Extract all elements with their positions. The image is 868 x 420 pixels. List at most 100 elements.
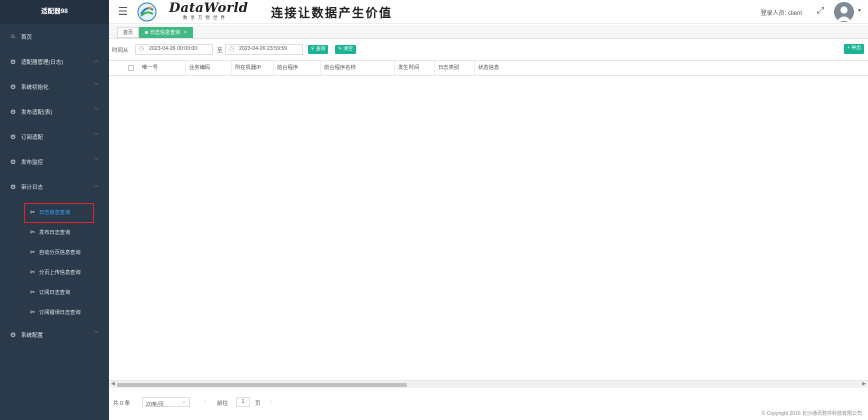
page-number-input[interactable]: 1 bbox=[236, 397, 250, 407]
sidebar-item-system-init[interactable]: ⚙ 系统初始化 ﹀ bbox=[0, 74, 109, 99]
gear-icon: ⚙ bbox=[10, 331, 16, 339]
sidebar-item-label: 系统初始化 bbox=[21, 84, 49, 91]
scroll-left-icon[interactable]: ◀ bbox=[111, 381, 115, 387]
sidebar-subitem-subscribe-error-log-query[interactable]: ✂ 订阅错误日志查询 bbox=[0, 302, 109, 322]
close-icon[interactable]: × bbox=[184, 30, 187, 36]
pagination: 共 0 条 20条/页 ⌄ ‹ 前往 1 页 › bbox=[109, 396, 868, 410]
end-time-input[interactable]: ◷ 2023-04-26 23:59:59 bbox=[225, 44, 303, 55]
end-time-value: 2023-04-26 23:59:59 bbox=[239, 46, 288, 52]
sidebar-item-label: 发布适配(表) bbox=[21, 109, 53, 116]
chevron-down-icon: ﹀ bbox=[93, 133, 99, 139]
sidebar-item-label: 发布监控 bbox=[21, 159, 44, 166]
sidebar-brand: 适配器98 bbox=[0, 0, 109, 24]
prev-page-icon[interactable]: ‹ bbox=[204, 399, 206, 405]
fullscreen-icon[interactable]: ⤢ bbox=[817, 5, 824, 16]
top-header: ☰ DataWorld 数 享 万 物 世 界 连接让数据产生价值 登录人员: … bbox=[109, 0, 868, 24]
sidebar-item-label: 首页 bbox=[21, 34, 33, 41]
sidebar-subitem-label: 日志信息查询 bbox=[39, 209, 71, 216]
sidebar-item-subscribe-adapter[interactable]: ⚙ 订阅适配 ﹀ bbox=[0, 124, 109, 149]
filter-bar: 时间从 ◷ 2023-04-26 00:00:00 至 ◷ 2023-04-26… bbox=[109, 42, 868, 58]
wrench-icon: ✂ bbox=[30, 289, 36, 296]
time-from-label: 时间从 bbox=[112, 48, 129, 54]
clear-button-label: 清空 bbox=[343, 47, 353, 52]
clear-button[interactable]: ✎ 清空 bbox=[335, 45, 356, 54]
column-header[interactable]: 日志类别 bbox=[435, 61, 475, 76]
query-button-label: 查询 bbox=[315, 47, 326, 52]
gear-icon: ⚙ bbox=[10, 58, 16, 66]
tab-log-query[interactable]: 日志信息查询 × bbox=[139, 27, 193, 38]
header-slogan: 连接让数据产生价值 bbox=[271, 6, 393, 20]
caret-down-icon[interactable]: ▼ bbox=[857, 8, 862, 14]
login-user-label: 登录人员: bbox=[760, 11, 787, 17]
start-time-input[interactable]: ◷ 2023-04-26 00:00:00 bbox=[135, 44, 213, 55]
page-size-value: 20条/页 bbox=[146, 402, 164, 408]
menu-toggle-icon[interactable]: ☰ bbox=[118, 5, 128, 18]
sidebar-item-label: 审计日志 bbox=[21, 184, 44, 191]
login-user: 登录人员: client bbox=[761, 8, 802, 17]
column-header[interactable]: 前台程序 bbox=[274, 61, 321, 76]
sidebar-item-publish-monitor[interactable]: ⚙ 发布监控 ﹀ bbox=[0, 149, 109, 174]
sidebar-item-label: 系统配置 bbox=[21, 332, 44, 339]
sidebar-item-home[interactable]: ⌂ 首页 bbox=[0, 24, 109, 49]
avatar[interactable] bbox=[834, 2, 854, 22]
wrench-icon: ✂ bbox=[30, 309, 36, 316]
gear-icon: ⚙ bbox=[10, 83, 16, 91]
export-button[interactable]: + 导出 bbox=[844, 44, 864, 54]
sidebar-item-publish-adapter[interactable]: ⚙ 发布适配(表) ﹀ bbox=[0, 99, 109, 124]
wrench-icon: ✂ bbox=[30, 249, 36, 256]
select-all-checkbox[interactable] bbox=[128, 65, 134, 71]
tab-bar: 首页 日志信息查询 × bbox=[109, 25, 868, 39]
chevron-down-icon: ﹀ bbox=[93, 331, 99, 337]
sidebar-subitem-publish-log-query[interactable]: ✂ 发布日志查询 bbox=[0, 222, 109, 242]
plus-icon: + bbox=[847, 46, 851, 51]
column-header[interactable]: 所在机器IP bbox=[232, 61, 274, 76]
scroll-right-icon[interactable]: ▶ bbox=[862, 381, 866, 387]
gear-icon: ⚙ bbox=[10, 183, 16, 191]
gear-icon: ⚙ bbox=[10, 133, 16, 141]
column-header[interactable]: 发生时间 bbox=[395, 61, 435, 76]
column-header[interactable]: 唯一号 bbox=[139, 61, 186, 76]
sidebar: 适配器98 ⌂ 首页 ⚙ 适配器管理(日志) ︿ ⚙ 系统初始化 ﹀ ⚙ 发布适… bbox=[0, 0, 109, 420]
chevron-down-icon: ﹀ bbox=[93, 83, 99, 89]
column-header[interactable]: 前台程序名称 bbox=[321, 61, 395, 76]
dataworld-logo-icon bbox=[137, 2, 157, 22]
sidebar-item-audit-log[interactable]: ⚙ 审计日志 ︿ bbox=[0, 174, 109, 199]
search-icon: ⚲ bbox=[311, 47, 315, 52]
sidebar-subitem-label: 发布日志查询 bbox=[39, 229, 71, 236]
chevron-down-icon: ﹀ bbox=[93, 158, 99, 164]
page-size-select[interactable]: 20条/页 ⌄ bbox=[142, 397, 190, 408]
login-user-name: client bbox=[787, 11, 802, 17]
total-count: 共 0 条 bbox=[113, 401, 131, 407]
user-icon bbox=[837, 6, 851, 21]
goto-label: 前往 bbox=[217, 401, 229, 407]
sidebar-subitem-paging-upload-query[interactable]: ✂ 分页上传信息查询 bbox=[0, 262, 109, 282]
clock-icon: ◷ bbox=[139, 46, 145, 52]
active-dot-icon bbox=[145, 31, 148, 35]
sidebar-item-system-config[interactable]: ⚙ 系统配置 ﹀ bbox=[0, 322, 109, 347]
brand-name: DataWorld bbox=[169, 1, 249, 16]
export-button-label: 导出 bbox=[851, 46, 861, 51]
gear-icon: ⚙ bbox=[10, 158, 16, 166]
column-header[interactable]: 业务编码 bbox=[186, 61, 232, 76]
query-button[interactable]: ⚲ 查询 bbox=[308, 45, 329, 54]
wrench-icon: ✂ bbox=[30, 209, 36, 216]
tab-home[interactable]: 首页 bbox=[117, 27, 140, 38]
edit-icon: ✎ bbox=[338, 47, 343, 52]
log-table: 唯一号 业务编码 所在机器IP 前台程序 前台程序名称 发生时间 日志类别 状态… bbox=[109, 60, 868, 388]
chevron-down-icon: ﹀ bbox=[93, 108, 99, 114]
column-header[interactable]: 状态信息 bbox=[475, 61, 535, 76]
scrollbar-thumb[interactable] bbox=[117, 383, 407, 387]
horizontal-scrollbar[interactable]: ◀ ▶ bbox=[109, 380, 868, 388]
sidebar-subitem-label: 订阅错误日志查询 bbox=[39, 309, 81, 316]
home-icon: ⌂ bbox=[11, 33, 15, 40]
to-label: 至 bbox=[217, 48, 223, 54]
sidebar-subitem-subscribe-log-query[interactable]: ✂ 订阅日志查询 bbox=[0, 282, 109, 302]
sidebar-item-label: 订阅适配 bbox=[21, 134, 44, 141]
sidebar-group-adapter-management[interactable]: ⚙ 适配器管理(日志) ︿ bbox=[0, 49, 109, 74]
wrench-icon: ✂ bbox=[30, 269, 36, 276]
next-page-icon[interactable]: › bbox=[270, 399, 272, 405]
sidebar-subitem-auto-paging-query[interactable]: ✂ 自动分页信息查询 bbox=[0, 242, 109, 262]
chevron-up-icon: ︿ bbox=[93, 58, 99, 64]
sidebar-subitem-log-query[interactable]: ✂ 日志信息查询 bbox=[0, 202, 109, 223]
chevron-up-icon: ︿ bbox=[93, 183, 99, 189]
